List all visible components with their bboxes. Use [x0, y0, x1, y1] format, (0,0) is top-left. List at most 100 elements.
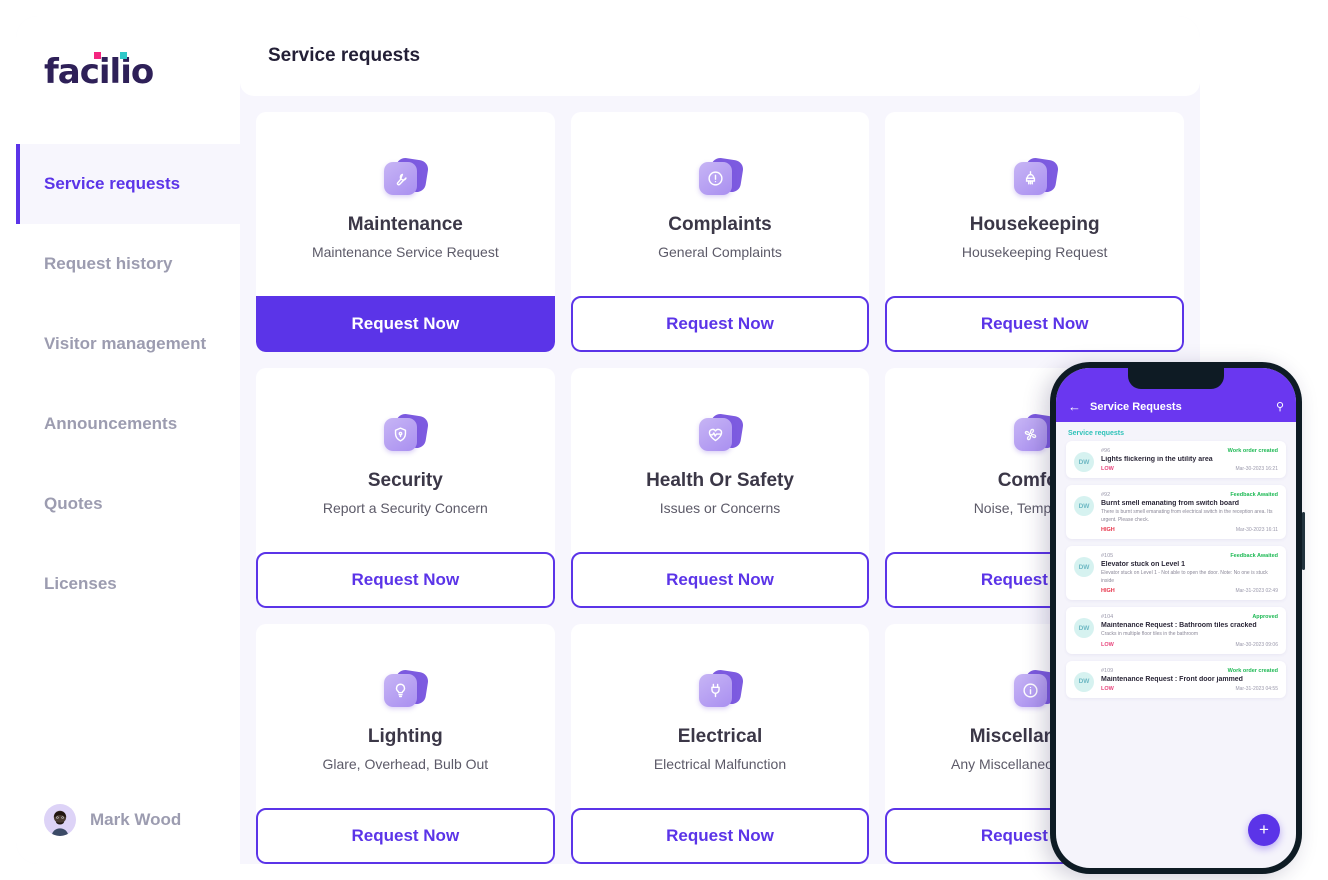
search-icon[interactable]: ⚲ — [1276, 400, 1284, 413]
list-item[interactable]: DW #109 Work order created Maintenance R… — [1066, 660, 1286, 698]
status-badge: Feedback Awaited — [1230, 553, 1278, 559]
service-card-complaints[interactable]: Complaints General Complaints Request No… — [570, 112, 870, 352]
request-timestamp: Mar-30-2023 09:06 — [1235, 641, 1278, 648]
avatar — [44, 804, 76, 836]
sidebar-item-visitor-management[interactable]: Visitor management — [16, 304, 240, 384]
shield-lock-icon — [383, 412, 430, 454]
logo-dot-teal-icon — [120, 52, 127, 59]
service-card-title: Electrical — [677, 726, 763, 747]
request-now-button[interactable]: Request Now — [256, 296, 555, 352]
service-card-subtitle: Glare, Overhead, Bulb Out — [322, 756, 489, 772]
request-now-button[interactable]: Request Now — [256, 808, 555, 864]
service-card-security[interactable]: Security Report a Security Concern Reque… — [256, 368, 555, 608]
avatar: DW — [1074, 618, 1094, 638]
page-header: Service requests — [240, 16, 1200, 96]
status-badge: Work order created — [1227, 667, 1278, 674]
user-profile[interactable]: Mark Wood — [44, 804, 181, 836]
sidebar-item-licenses[interactable]: Licenses — [16, 544, 240, 624]
request-timestamp: Mar-30-2023 16:11 — [1235, 527, 1278, 533]
avatar: DW — [1074, 557, 1094, 577]
list-item[interactable]: DW #105 Feedback Awaited Elevator stuck … — [1066, 546, 1286, 600]
sidebar-item-request-history[interactable]: Request history — [16, 224, 240, 304]
service-card-subtitle: Electrical Malfunction — [653, 756, 787, 772]
request-now-button[interactable]: Request Now — [570, 296, 870, 352]
priority-badge: LOW — [1101, 685, 1114, 692]
sidebar-item-service-requests[interactable]: Service requests — [16, 144, 240, 224]
phone-title: Service Requests — [1090, 401, 1182, 413]
priority-badge: HIGH — [1101, 527, 1115, 533]
service-card-electrical[interactable]: Electrical Electrical Malfunction Reques… — [570, 624, 870, 864]
phone-section-label: Service requests — [1068, 430, 1125, 437]
service-card-health-or-safety[interactable]: Health Or Safety Issues or Concerns Requ… — [570, 368, 870, 608]
phone-screen: ← Service Requests ⚲ Service requests DW… — [1056, 368, 1296, 868]
service-card-title: Maintenance — [347, 214, 463, 235]
app-shell: facilio Service requests Request history… — [16, 16, 1200, 864]
request-subject: Lights flickering in the utility area — [1101, 456, 1213, 463]
service-card-title: Security — [367, 470, 443, 491]
phone-request-list: DW #96 Work order created Lights flicker… — [1056, 441, 1296, 698]
request-description: Cracks in multiple floor tiles in the ba… — [1101, 631, 1198, 637]
sidebar-item-label: Licenses — [44, 574, 117, 593]
request-now-button[interactable]: Request Now — [570, 808, 870, 864]
phone-mockup: ← Service Requests ⚲ Service requests DW… — [1050, 362, 1305, 874]
service-card-housekeeping[interactable]: Housekeeping Housekeeping Request Reques… — [885, 112, 1184, 352]
priority-badge: LOW — [1101, 466, 1114, 472]
request-now-button[interactable]: Request Now — [570, 552, 870, 608]
request-id: #109 — [1101, 667, 1114, 674]
request-description: Elevator stuck on Level 1 - Not able to … — [1101, 570, 1268, 584]
priority-badge: HIGH — [1101, 588, 1115, 594]
sidebar-item-announcements[interactable]: Announcements — [16, 384, 240, 464]
phone-power-button[interactable] — [1302, 512, 1305, 570]
request-now-button[interactable]: Request Now — [256, 552, 555, 608]
user-name: Mark Wood — [90, 810, 182, 829]
sidebar: facilio Service requests Request history… — [16, 16, 240, 864]
status-badge: Feedback Awaited — [1230, 492, 1278, 498]
priority-badge: LOW — [1101, 641, 1114, 648]
alert-circle-icon — [698, 156, 745, 198]
request-subject: Maintenance Request : Bathroom tiles cra… — [1101, 622, 1257, 629]
list-item[interactable]: DW #96 Work order created Lights flicker… — [1066, 441, 1286, 478]
sidebar-nav: Service requests Request history Visitor… — [16, 144, 240, 624]
list-item[interactable]: DW #104 Approved Maintenance Request : B… — [1066, 607, 1286, 654]
service-card-lighting[interactable]: Lighting Glare, Overhead, Bulb Out Reque… — [256, 624, 555, 864]
brand-logo[interactable]: facilio — [16, 16, 240, 128]
sidebar-item-quotes[interactable]: Quotes — [16, 464, 240, 544]
plus-icon: + — [1259, 820, 1269, 839]
request-subject: Maintenance Request : Front door jammed — [1101, 675, 1243, 683]
service-card-subtitle: Maintenance Service Request — [311, 244, 499, 260]
service-card-title: Lighting — [367, 726, 443, 747]
list-item[interactable]: DW #92 Feedback Awaited Burnt smell eman… — [1066, 485, 1286, 539]
service-card-title: Housekeeping — [969, 214, 1100, 235]
sidebar-item-label: Announcements — [44, 414, 178, 433]
phone-notch — [1128, 368, 1224, 389]
service-card-subtitle: Issues or Concerns — [659, 500, 781, 516]
service-card-subtitle: General Complaints — [658, 244, 782, 260]
request-timestamp: Mar-31-2023 02:49 — [1235, 588, 1278, 594]
sidebar-item-label: Request history — [44, 254, 173, 273]
request-timestamp: Mar-31-2023 04:55 — [1235, 685, 1278, 692]
service-card-maintenance[interactable]: Maintenance Maintenance Service Request … — [256, 112, 555, 352]
user-avatar-icon — [51, 810, 69, 836]
request-description: There is burnt smell emanating from elec… — [1101, 509, 1273, 523]
sidebar-item-label: Service requests — [44, 174, 181, 193]
request-subject: Burnt smell emanating from switch board — [1101, 500, 1240, 507]
app-root: facilio Service requests Request history… — [0, 0, 1328, 880]
plug-icon — [698, 668, 745, 710]
status-badge: Approved — [1252, 614, 1278, 620]
request-now-button[interactable]: Request Now — [885, 296, 1184, 352]
heart-pulse-icon — [698, 412, 745, 454]
brush-icon — [1013, 156, 1059, 198]
wrench-icon — [383, 156, 430, 198]
service-card-subtitle: Report a Security Concern — [322, 500, 488, 516]
sidebar-item-label: Visitor management — [44, 334, 207, 353]
avatar: DW — [1074, 671, 1094, 692]
status-badge: Work order created — [1227, 448, 1278, 454]
avatar: DW — [1074, 452, 1094, 472]
arrow-left-icon[interactable]: ← — [1068, 400, 1081, 413]
bulb-icon — [383, 668, 430, 710]
sidebar-item-label: Quotes — [44, 494, 103, 513]
request-id: #105 — [1101, 553, 1114, 559]
request-timestamp: Mar-30-2023 16:21 — [1235, 466, 1278, 472]
avatar: DW — [1074, 496, 1094, 516]
add-request-fab[interactable]: + — [1248, 814, 1280, 846]
